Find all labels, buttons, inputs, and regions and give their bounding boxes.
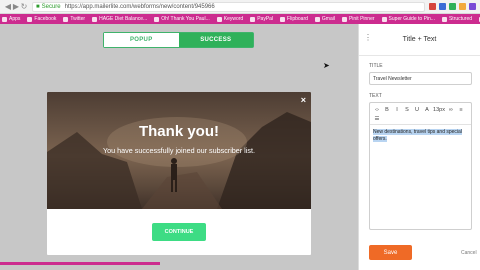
link-icon[interactable]: ∞ <box>446 107 456 113</box>
back-icon[interactable]: ◀ <box>4 2 12 11</box>
bookmark-label: Twitter <box>70 16 86 22</box>
bookmark-favicon-icon <box>2 16 7 22</box>
extension-icon[interactable] <box>459 3 466 10</box>
bookmark-item[interactable]: HAGE Diet Balance... <box>92 16 147 22</box>
bookmark-label: Oh! Thank You Paul... <box>161 16 210 22</box>
bookmark-label: Gmail <box>321 16 335 22</box>
settings-panel: ⋮ Title + Text TITLE Travel Newsletter T… <box>358 24 480 270</box>
bookmark-favicon-icon <box>154 16 160 22</box>
selected-text[interactable]: New destinations, travel tips and specia… <box>373 129 462 142</box>
list-icon[interactable]: ☰ <box>372 116 382 122</box>
editor-canvas: POPUP SUCCESS ➤ × Thank you! You have su… <box>0 24 358 270</box>
bookmark-item[interactable]: Pinit Pinner <box>341 16 375 22</box>
bookmark-label: Flipboard <box>287 16 308 22</box>
panel-title: Title + Text <box>402 36 437 43</box>
secure-label: Secure <box>41 3 61 10</box>
panel-header: ⋮ Title + Text <box>359 24 480 56</box>
bookmark-item[interactable]: Structured <box>441 16 473 22</box>
url-text: https://app.mailerlite.com/webforms/new/… <box>64 3 215 10</box>
bookmark-favicon-icon <box>441 16 447 22</box>
browser-toolbar: ◀ ▶ ↻ ■ Secure https://app.mailerlite.co… <box>0 0 480 14</box>
italic-icon[interactable]: I <box>392 107 402 113</box>
cancel-button[interactable]: Cancel <box>461 250 477 256</box>
bookmark-favicon-icon <box>92 16 98 22</box>
bold-icon[interactable]: B <box>382 107 392 113</box>
bookmark-label: Structured <box>448 16 473 22</box>
bookmark-favicon-icon <box>216 16 222 22</box>
forward-icon[interactable]: ▶ <box>12 2 20 11</box>
save-button[interactable]: Save <box>369 245 412 260</box>
bookmark-label: HAGE Diet Balance... <box>99 16 148 22</box>
text-label: TEXT <box>369 93 382 99</box>
continue-button[interactable]: CONTINUE <box>152 223 206 241</box>
bookmark-favicon-icon <box>250 16 256 22</box>
bookmark-item[interactable]: Apps <box>2 16 20 22</box>
tab-popup[interactable]: POPUP <box>104 33 179 47</box>
strike-icon[interactable]: S <box>402 107 412 113</box>
bookmark-item[interactable]: Oh! Thank You Paul... <box>154 16 210 22</box>
bookmarks-bar: Apps Facebook Twitter HAGE Diet Balance... O… <box>0 14 480 24</box>
title-input[interactable]: Travel Newsletter <box>369 72 472 85</box>
popup-headline[interactable]: Thank you! <box>47 123 311 140</box>
editor-toolbar: ‹› B I S U A 13px ∞ ≡ ☰ <box>370 103 471 125</box>
extension-icon[interactable] <box>439 3 446 10</box>
address-bar[interactable]: ■ Secure https://app.mailerlite.com/webf… <box>32 1 425 12</box>
bookmark-favicon-icon <box>381 16 387 22</box>
text-color-icon[interactable]: A <box>422 107 432 113</box>
bookmark-item[interactable]: Gmail <box>314 16 335 22</box>
bookmark-favicon-icon <box>314 16 320 22</box>
bookmark-favicon-icon <box>63 16 69 22</box>
title-label: TITLE <box>369 63 383 69</box>
popup-message[interactable]: You have successfully joined our subscri… <box>47 146 311 155</box>
bottom-progress-bar <box>0 262 160 265</box>
extension-icon[interactable] <box>469 3 476 10</box>
reload-icon[interactable]: ↻ <box>20 2 28 11</box>
align-icon[interactable]: ≡ <box>456 107 466 113</box>
bookmark-label: Apps <box>9 16 21 22</box>
extension-icon[interactable] <box>449 3 456 10</box>
tab-success[interactable]: SUCCESS <box>178 33 253 47</box>
success-popup: × Thank you! You have successfully joine… <box>47 92 311 255</box>
bookmark-label: Super Guide to Pin... <box>388 16 435 22</box>
bookmark-favicon-icon <box>341 16 347 22</box>
text-content[interactable]: New destinations, travel tips and specia… <box>373 129 468 143</box>
more-options-icon[interactable]: ⋮ <box>364 33 372 42</box>
bookmark-item[interactable]: Flipboard <box>280 16 308 22</box>
lock-icon: ■ <box>36 3 40 10</box>
source-icon[interactable]: ‹› <box>372 107 382 113</box>
view-switch: POPUP SUCCESS <box>103 32 254 48</box>
extension-icon[interactable] <box>429 3 436 10</box>
bookmark-item[interactable]: Twitter <box>63 16 85 22</box>
close-icon[interactable]: × <box>301 95 306 105</box>
hero-image: × Thank you! You have successfully joine… <box>47 92 311 209</box>
mouse-cursor-icon: ➤ <box>323 61 330 70</box>
underline-icon[interactable]: U <box>412 107 422 113</box>
bookmark-label: Facebook <box>34 16 57 22</box>
bookmark-label: Keyword <box>223 16 244 22</box>
font-size-select[interactable]: 13px <box>432 107 446 113</box>
bookmark-item[interactable]: Super Guide to Pin... <box>381 16 435 22</box>
panel-actions: Save Cancel <box>369 245 477 260</box>
extensions <box>429 3 476 10</box>
bookmark-favicon-icon <box>280 16 286 22</box>
bookmark-item[interactable]: Keyword <box>216 16 244 22</box>
bookmark-item[interactable]: Facebook <box>27 16 56 22</box>
rich-text-editor[interactable]: ‹› B I S U A 13px ∞ ≡ ☰ New destinations, travel … <box>369 102 472 230</box>
bookmark-item[interactable]: PayPal <box>250 16 273 22</box>
bookmark-favicon-icon <box>27 16 33 22</box>
bookmark-label: Pinit Pinner <box>348 16 375 22</box>
bookmark-label: PayPal <box>257 16 274 22</box>
